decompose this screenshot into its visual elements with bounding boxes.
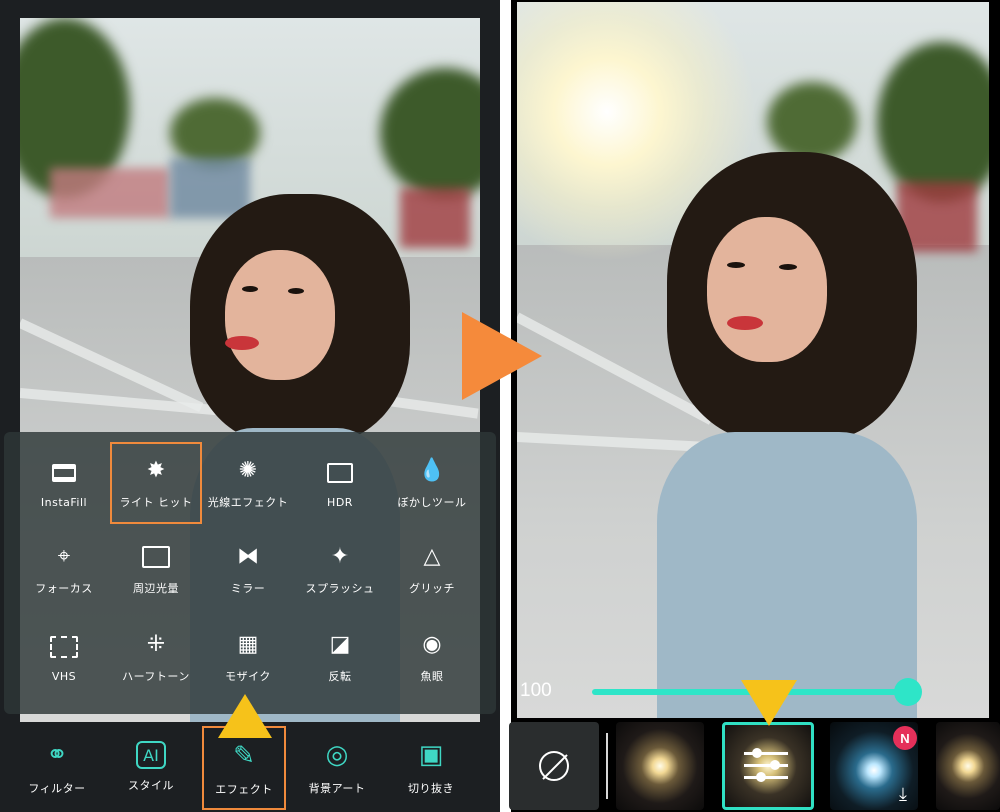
effect-label: ライト ヒット [119, 496, 193, 509]
effect-label: スプラッシュ [305, 582, 375, 595]
cutout-icon: ▣ [418, 740, 444, 770]
effect-vhs[interactable]: VHS [18, 616, 110, 698]
effect-label: モザイク [225, 670, 271, 683]
marker-arrow-up [218, 694, 272, 738]
effect-label: ミラー [230, 582, 266, 595]
effect-light-hit[interactable]: ✸ ライト ヒット [110, 442, 202, 524]
effect-label: 周辺光量 [133, 582, 179, 595]
transition-arrow-icon [462, 312, 542, 400]
fisheye-icon: ◉ [422, 632, 442, 657]
effect-glitch[interactable]: △ グリッチ [386, 528, 478, 610]
photo-preview-with-light-hit [517, 2, 989, 718]
thumbnail-divider [606, 733, 608, 799]
background-art-icon: ◎ [325, 740, 349, 770]
effect-fisheye[interactable]: ◉ 魚眼 [386, 616, 478, 698]
effect-hdr[interactable]: HDR [294, 442, 386, 524]
magic-wand-icon: ✎ [233, 741, 255, 771]
toolbar-label: 背景アート [308, 782, 366, 795]
effect-mosaic[interactable]: ▦ モザイク [202, 616, 294, 698]
toolbar-style[interactable]: AI スタイル [106, 722, 196, 812]
toolbar-cutout[interactable]: ▣ 切り抜き [386, 722, 476, 812]
toolbar-label: フィルター [28, 782, 86, 795]
effect-instafill[interactable]: InstaFill [18, 442, 110, 524]
invert-icon: ◪ [329, 632, 351, 657]
effect-label: HDR [327, 495, 353, 509]
toolbar-label: スタイル [128, 779, 174, 792]
effect-splash[interactable]: ✦ スプラッシュ [294, 528, 386, 610]
marker-arrow-down [741, 680, 797, 726]
status-strip [0, 0, 500, 18]
hdr-icon [325, 458, 355, 488]
vignette-icon [141, 542, 171, 572]
glitch-triangle-icon: △ [423, 544, 441, 569]
mirror-icon: ⧓ [237, 544, 259, 569]
none-icon [539, 751, 569, 781]
mosaic-icon: ▦ [237, 632, 259, 657]
effect-label: グリッチ [409, 582, 455, 595]
none-thumbnail[interactable] [509, 722, 599, 810]
new-badge: N [893, 726, 917, 750]
slider-handle[interactable] [894, 678, 922, 706]
light-hit-icon: ✸ [146, 458, 166, 483]
vhs-icon [49, 632, 79, 662]
effect-halftone[interactable]: ⁜ ハーフトーン [110, 616, 202, 698]
blur-drop-icon: 💧 [418, 458, 446, 483]
effect-mirror[interactable]: ⧓ ミラー [202, 528, 294, 610]
slider-value: 100 [520, 680, 552, 701]
effect-label: 魚眼 [420, 670, 444, 683]
effects-panel: InstaFill ✸ ライト ヒット ✺ 光線エフェクト HDR 💧 ぼかしツ… [4, 432, 496, 714]
halftone-icon: ⁜ [146, 632, 166, 657]
filter-circles-icon: ⚭ [46, 740, 68, 770]
effect-label: VHS [51, 669, 77, 683]
ai-style-icon: AI [136, 741, 166, 769]
focus-icon: ⌖ [57, 544, 71, 569]
toolbar-filter[interactable]: ⚭ フィルター [12, 722, 102, 812]
light-rays-icon: ✺ [238, 458, 258, 483]
effect-label: InstaFill [40, 495, 88, 509]
toolbar-background-art[interactable]: ◎ 背景アート [292, 722, 382, 812]
light-flare-thumbnail[interactable] [616, 722, 704, 810]
effect-label: フォーカス [35, 582, 93, 595]
effect-invert[interactable]: ◪ 反転 [294, 616, 386, 698]
effect-focus[interactable]: ⌖ フォーカス [18, 528, 110, 610]
adjust-sliders-icon [744, 748, 788, 784]
effect-blur-tool[interactable]: 💧 ぼかしツール [386, 442, 478, 524]
gold-flare-thumbnail[interactable] [936, 722, 1000, 810]
effect-light-rays[interactable]: ✺ 光線エフェクト [202, 442, 294, 524]
effect-label: 光線エフェクト [207, 496, 289, 509]
toolbar-label: エフェクト [215, 783, 273, 796]
effect-label: ハーフトーン [122, 670, 190, 683]
left-screen: InstaFill ✸ ライト ヒット ✺ 光線エフェクト HDR 💧 ぼかしツ… [0, 0, 500, 812]
effect-label: ぼかしツール [397, 496, 467, 509]
toolbar-label: 切り抜き [408, 782, 454, 795]
download-icon: ⤓ [899, 784, 907, 805]
instafill-icon [49, 458, 79, 488]
toolbar-effect[interactable]: ✎ エフェクト [202, 726, 286, 810]
splash-icon: ✦ [330, 544, 350, 569]
effect-vignette[interactable]: 周辺光量 [110, 528, 202, 610]
adjust-thumbnail[interactable] [722, 722, 814, 810]
effect-label: 反転 [328, 670, 352, 683]
